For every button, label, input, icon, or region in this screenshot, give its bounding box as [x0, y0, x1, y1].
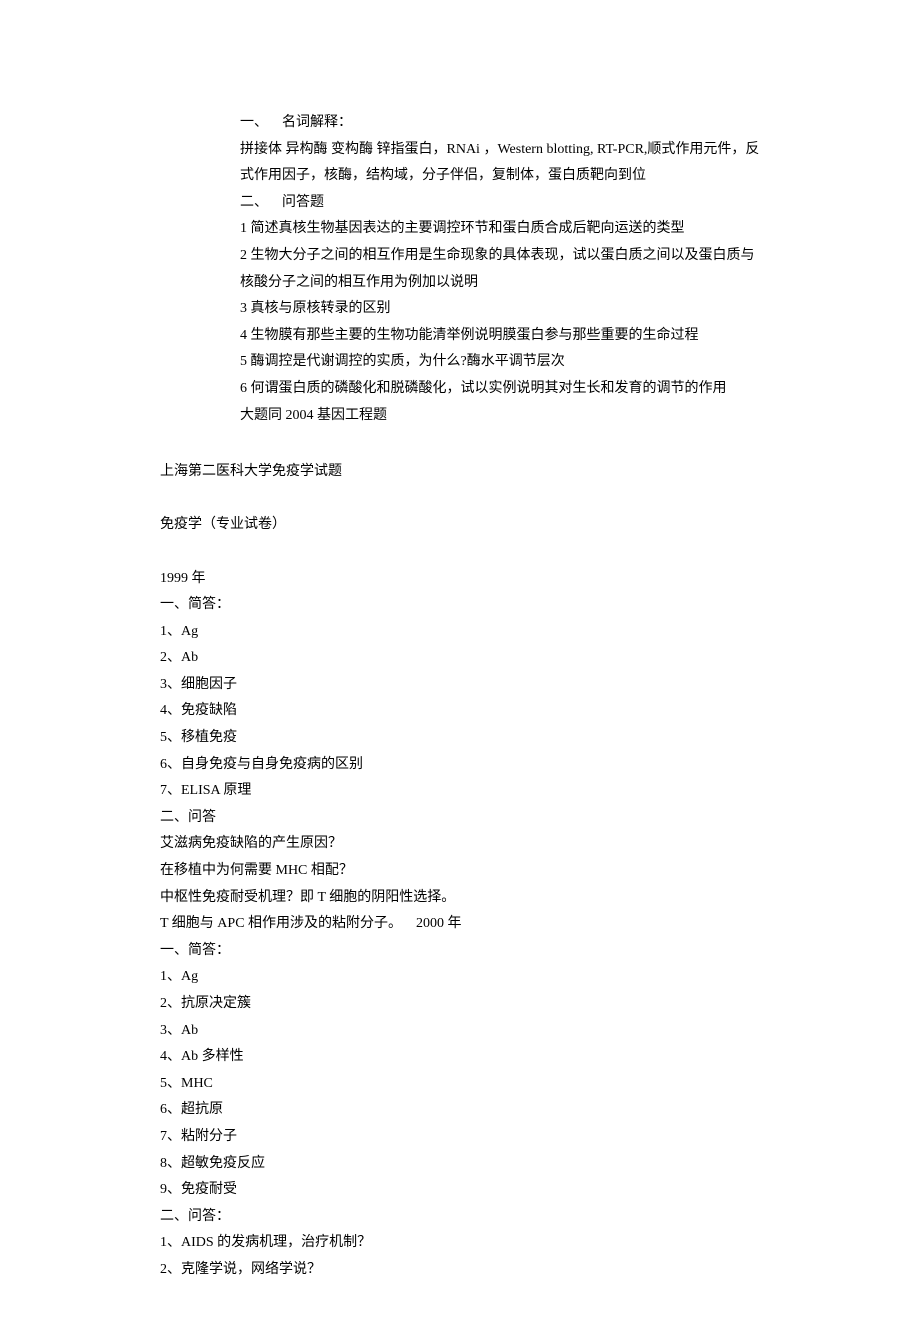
question-5: 5 酶调控是代谢调控的实质，为什么?酶水平调节层次 [240, 349, 760, 376]
list-item: 9、免疫耐受 [160, 1177, 760, 1204]
essay-item: 2、克隆学说，网络学说？ [160, 1257, 760, 1284]
blank-line [160, 486, 760, 513]
list-item: 5、MHC [160, 1071, 760, 1098]
essay-item: T 细胞与 APC 相作用涉及的粘附分子。 2000 年 [160, 911, 760, 938]
heading-terms: 一、 名词解释： [240, 110, 760, 137]
year-1999: 1999 年 [160, 566, 760, 593]
page: 一、 名词解释： 拼接体 异构酶 变构酶 锌指蛋白，RNAi ，Western … [0, 0, 920, 1344]
question-3: 3 真核与原核转录的区别 [240, 296, 760, 323]
list-item: 3、Ab [160, 1018, 760, 1045]
list-item: 5、移植免疫 [160, 725, 760, 752]
list-item: 2、Ab [160, 645, 760, 672]
heading-essay: 二、问答 [160, 805, 760, 832]
list-item: 1、Ag [160, 964, 760, 991]
question-4: 4 生物膜有那些主要的生物功能清举例说明膜蛋白参与那些重要的生命过程 [240, 323, 760, 350]
essay-item: 中枢性免疫耐受机理？即 T 细胞的阴阳性选择。 [160, 885, 760, 912]
heading-short-answer: 一、简答： [160, 938, 760, 965]
blank-line [160, 539, 760, 566]
list-item: 4、免疫缺陷 [160, 698, 760, 725]
essay-item: 在移植中为何需要 MHC 相配？ [160, 858, 760, 885]
heading-short-answer: 一、简答： [160, 592, 760, 619]
list-item: 3、细胞因子 [160, 672, 760, 699]
list-item: 8、超敏免疫反应 [160, 1151, 760, 1178]
question-2: 2 生物大分子之间的相互作用是生命现象的具体表现，试以蛋白质之间以及蛋白质与核酸… [240, 243, 760, 296]
list-item: 2、抗原决定簇 [160, 991, 760, 1018]
section-biochem: 一、 名词解释： 拼接体 异构酶 变构酶 锌指蛋白，RNAi ，Western … [240, 110, 760, 429]
list-item: 6、超抗原 [160, 1097, 760, 1124]
question-note: 大题同 2004 基因工程题 [240, 403, 760, 430]
essay-item: 艾滋病免疫缺陷的产生原因？ [160, 831, 760, 858]
heading-essay: 二、问答： [160, 1204, 760, 1231]
list-item: 6、自身免疫与自身免疫病的区别 [160, 752, 760, 779]
exam-subtitle: 免疫学（专业试卷） [160, 512, 760, 539]
terms-list: 拼接体 异构酶 变构酶 锌指蛋白，RNAi ，Western blotting,… [240, 137, 760, 190]
essay-item: 1、AIDS 的发病机理，治疗机制？ [160, 1230, 760, 1257]
question-1: 1 简述真核生物基因表达的主要调控环节和蛋白质合成后靶向运送的类型 [240, 216, 760, 243]
question-6: 6 何谓蛋白质的磷酸化和脱磷酸化，试以实例说明其对生长和发育的调节的作用 [240, 376, 760, 403]
list-item: 7、ELISA 原理 [160, 778, 760, 805]
list-item: 1、Ag [160, 619, 760, 646]
list-item: 4、Ab 多样性 [160, 1044, 760, 1071]
exam-title: 上海第二医科大学免疫学试题 [160, 459, 760, 486]
list-item: 7、粘附分子 [160, 1124, 760, 1151]
section-immunology: 上海第二医科大学免疫学试题 免疫学（专业试卷） 1999 年 一、简答： 1、A… [160, 459, 760, 1283]
heading-questions: 二、 问答题 [240, 190, 760, 217]
